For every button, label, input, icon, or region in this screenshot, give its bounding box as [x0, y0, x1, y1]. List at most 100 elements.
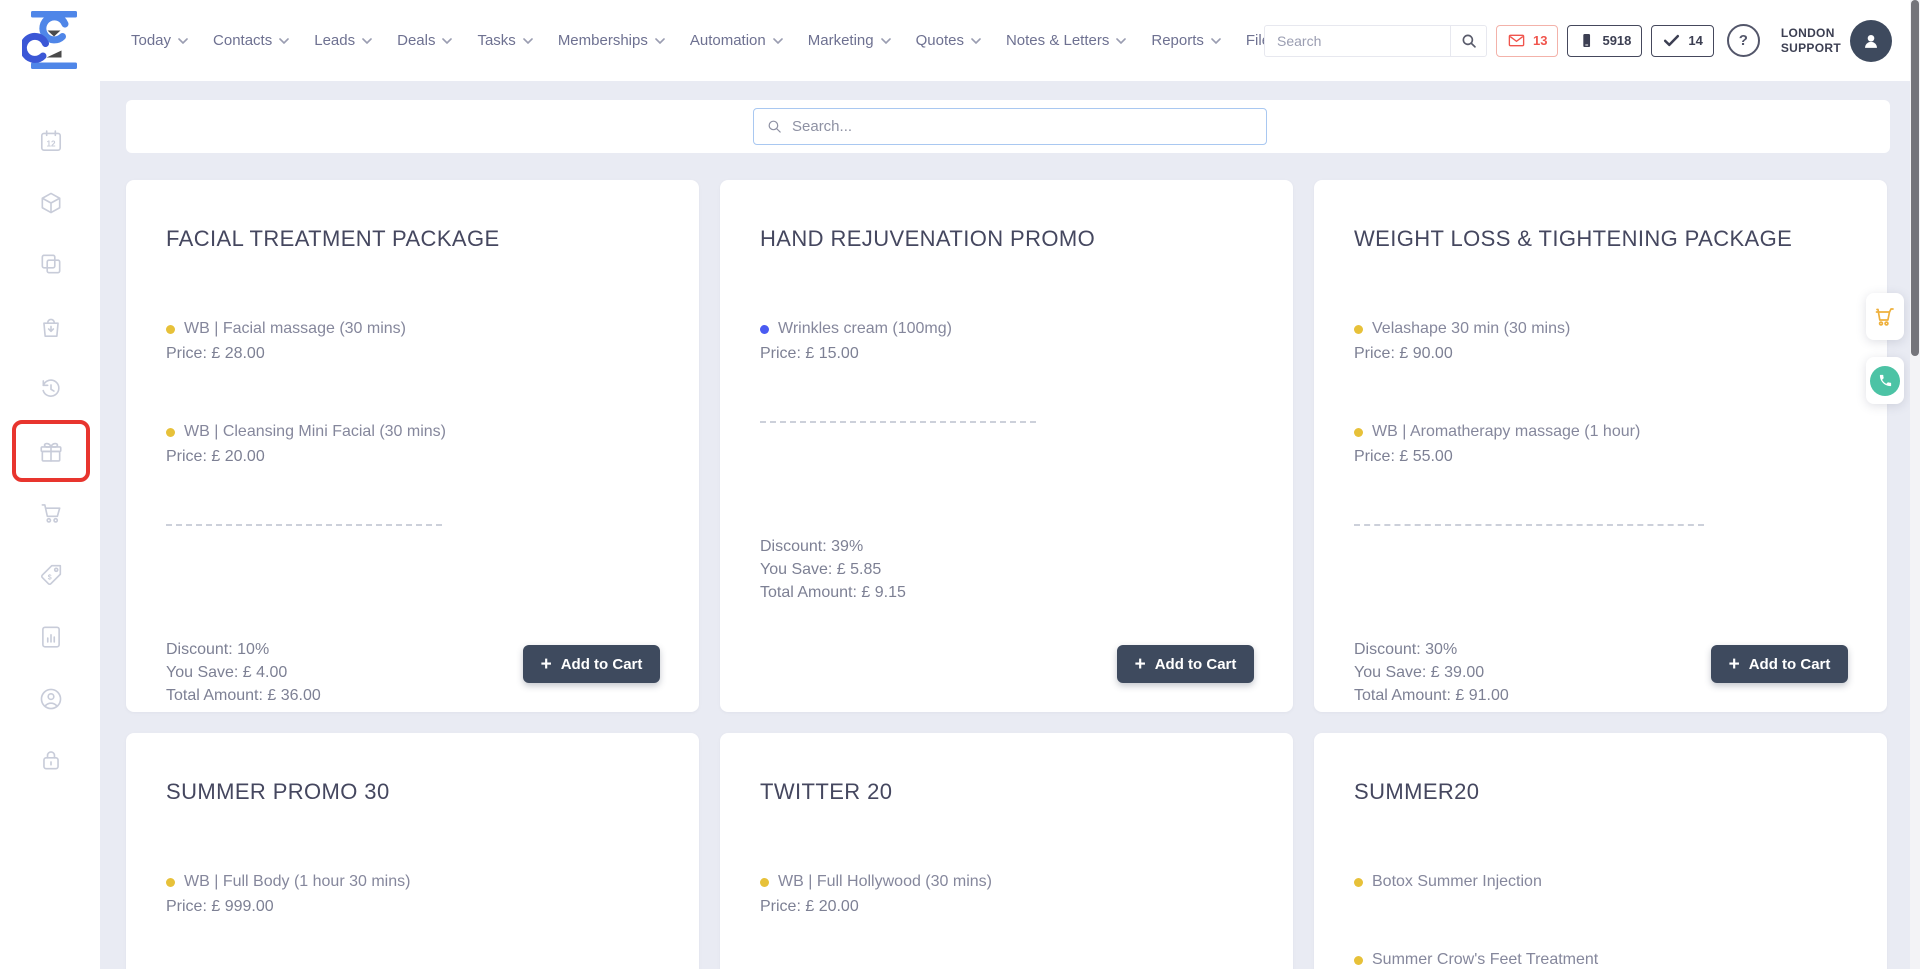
chevron-down-icon	[178, 38, 188, 44]
plus-icon: +	[1729, 655, 1740, 674]
user-name: LONDON SUPPORT	[1781, 26, 1841, 56]
nav-item-notes-letters[interactable]: Notes & Letters	[1006, 32, 1126, 49]
package-title: SUMMER20	[1354, 778, 1848, 806]
package-items: WB | Full Hollywood (30 mins) Price: £ 2…	[760, 871, 1254, 918]
item-name: WB | Facial massage (30 mins)	[184, 318, 406, 340]
sidebar-item-security[interactable]	[38, 747, 64, 773]
nav-label: Memberships	[558, 32, 648, 49]
tasks-count: 14	[1688, 33, 1702, 48]
nav-item-automation[interactable]: Automation	[690, 32, 783, 49]
floating-cart-button[interactable]	[1866, 293, 1904, 340]
navbar-right-section: 13 5918 14 ? LONDON SUPPORT	[1264, 0, 1892, 81]
sidebar-item-cart[interactable]	[38, 500, 64, 526]
history-icon	[38, 376, 64, 402]
item-name-row: WB | Full Hollywood (30 mins)	[760, 871, 1254, 893]
item-dot	[1354, 956, 1363, 965]
navbar-search-input[interactable]	[1264, 25, 1450, 57]
item-dot	[166, 325, 175, 334]
sidebar-item-pricing[interactable]: $	[38, 562, 64, 588]
item-name-row: Wrinkles cream (100mg)	[760, 318, 1254, 340]
sidebar-item-reports[interactable]	[38, 624, 64, 650]
package-item: WB | Cleansing Mini Facial (30 mins) Pri…	[166, 421, 660, 468]
item-price: Price: £ 999.00	[166, 896, 660, 918]
nav-item-contacts[interactable]: Contacts	[213, 32, 289, 49]
item-price: Price: £ 55.00	[1354, 446, 1848, 468]
sidebar-item-calendar[interactable]: 12	[38, 128, 64, 154]
floating-phone-button[interactable]	[1866, 357, 1904, 404]
nav-label: Quotes	[916, 32, 964, 49]
item-name-row: WB | Full Body (1 hour 30 mins)	[166, 871, 660, 893]
chevron-down-icon	[773, 38, 783, 44]
mail-count: 13	[1533, 33, 1547, 48]
tasks-counter-badge[interactable]: 14	[1651, 25, 1713, 57]
sidebar-item-duplicates[interactable]	[38, 251, 64, 277]
dashed-divider	[1354, 524, 1704, 526]
check-icon	[1662, 31, 1681, 50]
package-card-summer20: SUMMER20 Botox Summer Injection Summer C…	[1314, 733, 1887, 969]
nav-label: Marketing	[808, 32, 874, 49]
package-title: FACIAL TREATMENT PACKAGE	[166, 225, 660, 253]
item-name: Summer Crow's Feet Treatment	[1372, 949, 1598, 969]
nav-item-leads[interactable]: Leads	[314, 32, 372, 49]
item-dot	[166, 878, 175, 887]
chevron-down-icon	[881, 38, 891, 44]
nav-item-memberships[interactable]: Memberships	[558, 32, 665, 49]
packages-search-input[interactable]	[792, 118, 1254, 135]
package-title: WEIGHT LOSS & TIGHTENING PACKAGE	[1354, 225, 1848, 253]
nav-label: Automation	[690, 32, 766, 49]
mail-counter-badge[interactable]: 13	[1496, 25, 1558, 57]
nav-item-tasks[interactable]: Tasks	[477, 32, 532, 49]
bag-icon	[38, 314, 64, 340]
item-price: Price: £ 28.00	[166, 343, 660, 365]
packages-search-field[interactable]	[753, 108, 1267, 145]
add-to-cart-button[interactable]: +Add to Cart	[523, 645, 660, 683]
add-to-cart-button[interactable]: + Add to Cart	[1711, 645, 1848, 683]
navbar-search-button[interactable]	[1450, 25, 1487, 57]
package-item: WB | Facial massage (30 mins) Price: £ 2…	[166, 318, 660, 365]
nav-label: Tasks	[477, 32, 515, 49]
gift-icon	[38, 439, 64, 465]
nav-label: Contacts	[213, 32, 272, 49]
item-name-row: Summer Crow's Feet Treatment	[1354, 949, 1848, 969]
nav-item-deals[interactable]: Deals	[397, 32, 452, 49]
chevron-down-icon	[523, 38, 533, 44]
nav-item-marketing[interactable]: Marketing	[808, 32, 891, 49]
nav-item-today[interactable]: Today	[131, 32, 188, 49]
total-amount-line: Total Amount: £ 91.00	[1354, 684, 1848, 707]
price-tag-icon: $	[38, 562, 64, 588]
sidebar-item-purchases[interactable]	[38, 314, 64, 340]
package-item: Botox Summer Injection	[1354, 871, 1848, 893]
total-amount-line: Total Amount: £ 36.00	[166, 684, 660, 707]
scrollbar-track[interactable]	[1910, 0, 1920, 969]
report-icon	[38, 624, 64, 650]
sidebar-item-products[interactable]	[38, 190, 64, 216]
calendar-icon: 12	[38, 128, 64, 154]
dashed-divider	[166, 524, 442, 526]
add-to-cart-label: Add to Cart	[1749, 656, 1831, 673]
package-items: Botox Summer Injection Summer Crow's Fee…	[1354, 871, 1848, 969]
packages-grid: FACIAL TREATMENT PACKAGE WB | Facial mas…	[126, 180, 1890, 969]
sidebar-item-history[interactable]	[38, 376, 64, 402]
package-item: Wrinkles cream (100mg) Price: £ 15.00	[760, 318, 1254, 365]
avatar[interactable]	[1850, 20, 1892, 62]
item-dot	[1354, 428, 1363, 437]
item-dot	[1354, 325, 1363, 334]
help-button[interactable]: ?	[1727, 24, 1760, 57]
packages-search-bar	[126, 100, 1890, 153]
chevron-down-icon	[279, 38, 289, 44]
nav-label: Reports	[1151, 32, 1204, 49]
app-logo[interactable]	[22, 8, 86, 72]
nav-item-reports[interactable]: Reports	[1151, 32, 1221, 49]
add-to-cart-button[interactable]: +Add to Cart	[1117, 645, 1254, 683]
sidebar-item-account[interactable]	[38, 686, 64, 712]
package-icon	[38, 190, 64, 216]
chevron-down-icon	[971, 38, 981, 44]
package-card-summer-promo-30: SUMMER PROMO 30 WB | Full Body (1 hour 3…	[126, 733, 699, 969]
scrollbar-thumb[interactable]	[1911, 0, 1919, 356]
sidebar-item-packages[interactable]	[38, 439, 64, 465]
calls-counter-badge[interactable]: 5918	[1567, 25, 1642, 57]
item-name-row: Botox Summer Injection	[1354, 871, 1848, 893]
main-nav-menu: Today Contacts Leads Deals Tasks Members…	[131, 0, 1278, 81]
nav-item-quotes[interactable]: Quotes	[916, 32, 981, 49]
plus-icon: +	[541, 655, 552, 674]
